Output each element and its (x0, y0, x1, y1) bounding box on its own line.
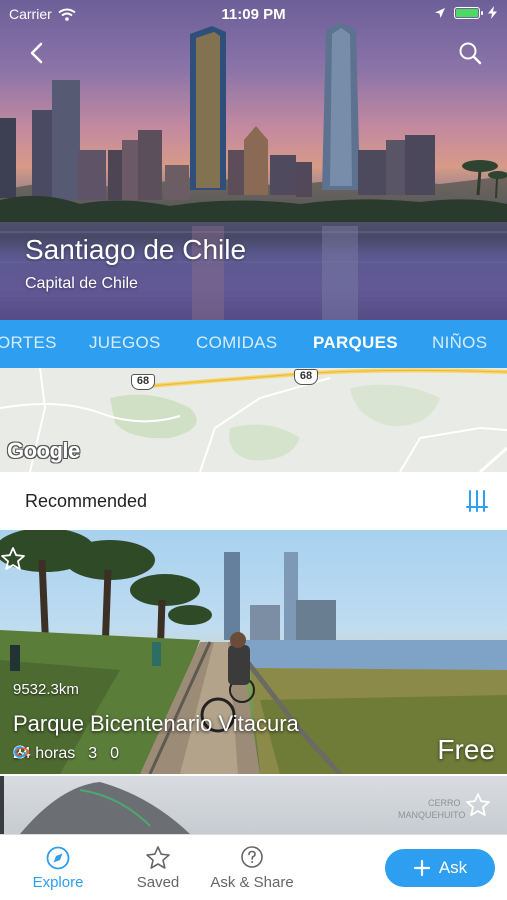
comments-icon (14, 746, 26, 758)
tab-parques[interactable]: PARQUES (313, 320, 398, 368)
tab-ninos[interactable]: NIÑOS (432, 320, 487, 368)
cerro-photo: CERRO MANQUEHUITO (0, 776, 465, 834)
favorite-star-icon[interactable] (465, 792, 491, 818)
recommended-header: Recommended (0, 472, 507, 530)
search-icon[interactable] (455, 38, 485, 68)
tab-deportes[interactable]: ORTES (0, 320, 57, 368)
place-distance: 9532.3km (13, 681, 79, 698)
nav-explore-label: Explore (32, 874, 84, 891)
place-likes-count: 3 (88, 745, 98, 762)
star-outline-icon (146, 846, 170, 869)
city-subtitle: Capital de Chile (25, 275, 138, 292)
nav-saved-label: Saved (136, 874, 180, 891)
favorite-star-icon[interactable] (0, 546, 26, 572)
ask-button[interactable]: Ask (385, 849, 495, 887)
cerro-photo-text-2: MANQUEHUITO (398, 810, 465, 820)
place-card[interactable]: CERRO MANQUEHUITO (0, 776, 507, 834)
status-right-icons (434, 6, 497, 19)
nav-ask-share[interactable]: Ask & Share (206, 845, 298, 891)
nav-explore[interactable]: Explore (30, 845, 86, 891)
location-arrow-icon (435, 7, 445, 18)
tab-juegos[interactable]: JUEGOS (89, 320, 161, 368)
filter-sliders-icon[interactable] (466, 489, 488, 513)
charging-bolt-icon (488, 6, 497, 19)
hero-banner: Carrier 11:09 PM Santiago de Chile Capit… (0, 0, 507, 320)
battery-icon (454, 6, 483, 19)
ask-button-label: Ask (438, 858, 468, 877)
route-shield-68-right: 68 (294, 369, 318, 385)
google-logo: Google (7, 438, 80, 463)
place-card[interactable]: 9532.3km Parque Bicentenario Vitacura 24… (0, 530, 507, 774)
map-view[interactable]: 68 68 Google (0, 368, 507, 472)
status-time: 11:09 PM (221, 6, 286, 23)
question-bubble-icon (241, 846, 263, 868)
place-price: Free (437, 734, 495, 765)
back-icon[interactable] (22, 38, 52, 68)
plus-icon (413, 859, 430, 877)
recommended-label: Recommended (25, 491, 148, 511)
nav-saved[interactable]: Saved (132, 845, 184, 891)
park-photo (0, 530, 507, 774)
category-tabs: ORTES JUEGOS COMIDAS PARQUES NIÑOS (0, 320, 507, 368)
bottom-tab-bar: Explore Saved Ask & Share Ask (0, 834, 507, 900)
nav-ask-share-label: Ask & Share (210, 874, 294, 891)
compass-icon (46, 846, 70, 870)
tab-comidas[interactable]: COMIDAS (196, 320, 277, 368)
cerro-photo-text-1: CERRO (428, 798, 461, 808)
status-bar: Carrier 11:09 PM (0, 0, 507, 28)
place-name: Parque Bicentenario Vitacura (13, 711, 299, 736)
santiago-skyline-image (0, 22, 507, 320)
route-shield-68-left: 68 (131, 374, 155, 390)
place-meta: 24 horas 3 0 (13, 745, 127, 763)
place-comments-count: 0 (110, 745, 120, 762)
city-title: Santiago de Chile (25, 234, 247, 265)
